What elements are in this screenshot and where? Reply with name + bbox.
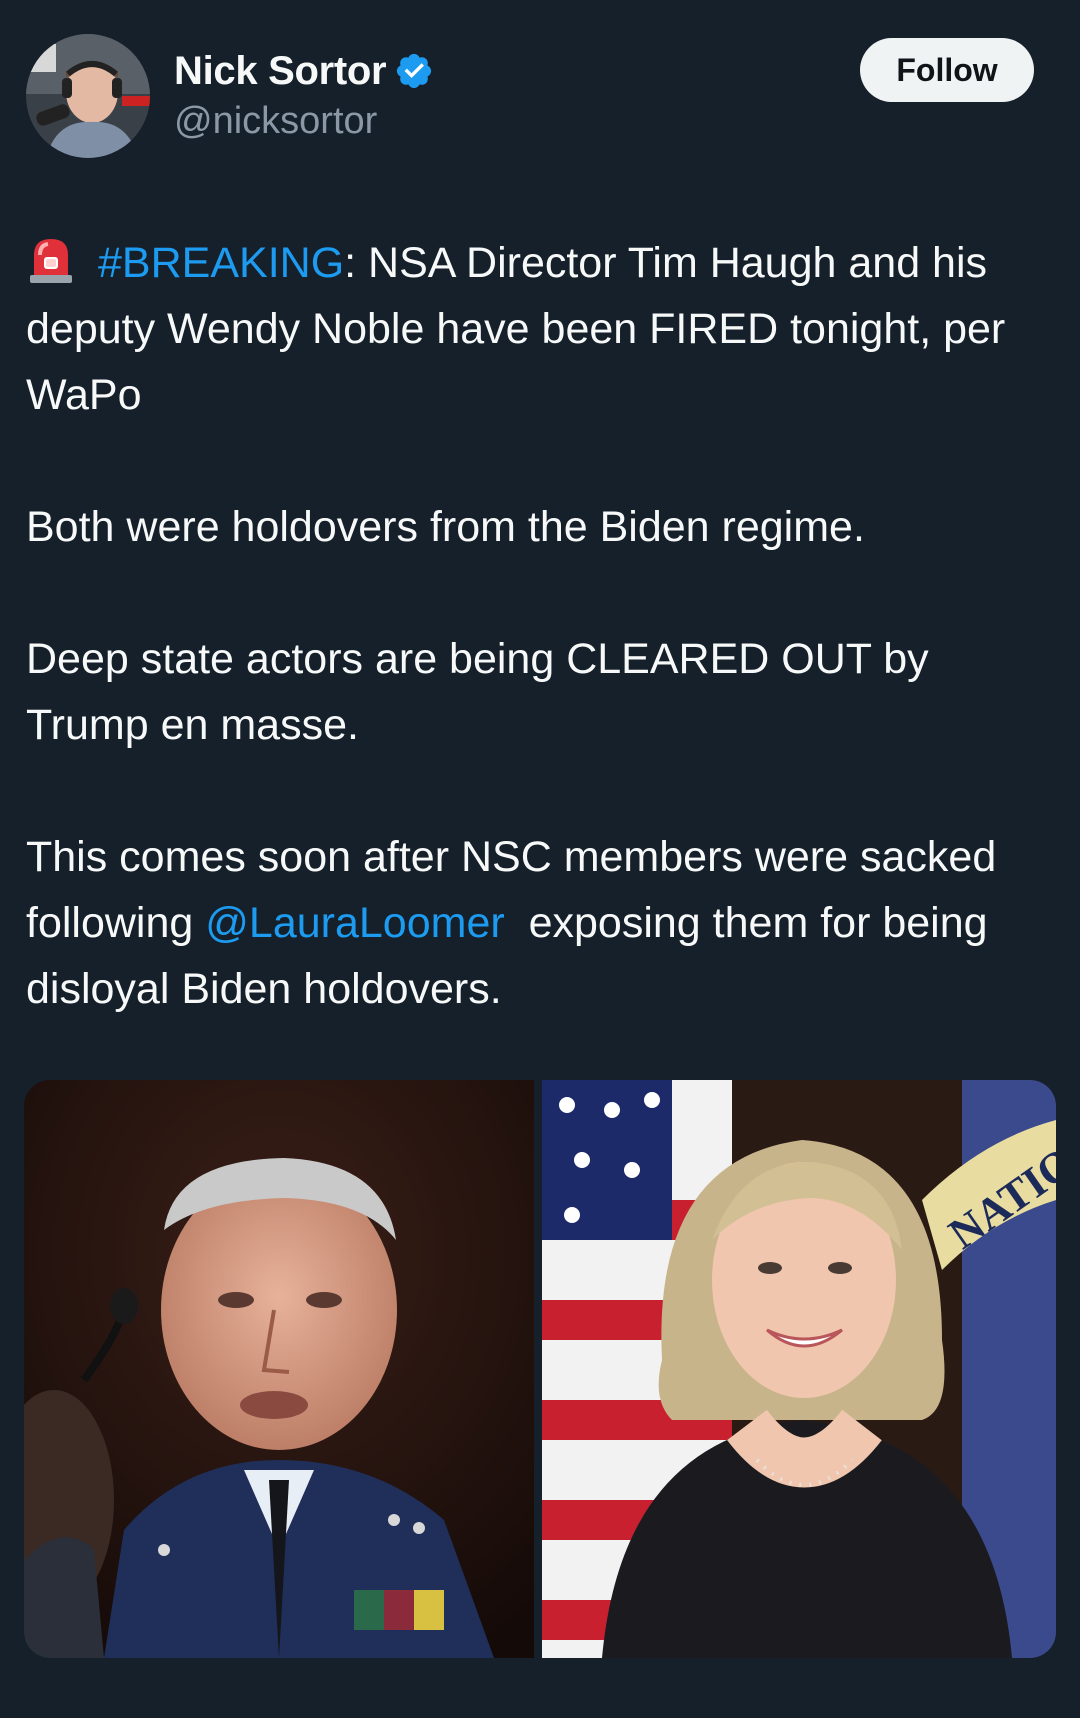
photo-man-in-air-force-uniform-icon xyxy=(24,1080,534,1658)
photo-woman-with-flags-icon: NATIO xyxy=(542,1080,1056,1658)
tweet-body: #BREAKING: NSA Director Tim Haugh and hi… xyxy=(26,230,1056,1022)
tweet-media[interactable]: NATIO xyxy=(24,1080,1056,1658)
tweet-paragraph-1: #BREAKING: NSA Director Tim Haugh and hi… xyxy=(26,230,1056,428)
verified-badge-icon xyxy=(397,53,432,89)
author-display-name[interactable]: Nick Sortor xyxy=(174,49,387,94)
author-name-row[interactable]: Nick Sortor xyxy=(174,44,434,98)
author-avatar[interactable] xyxy=(26,34,150,158)
tweet-header: Nick Sortor @nicksortor Follow xyxy=(0,0,1080,190)
author-handle[interactable]: @nicksortor xyxy=(174,100,377,143)
media-image-right[interactable]: NATIO xyxy=(542,1080,1056,1658)
laura-loomer-mention-link[interactable]: @LauraLoomer xyxy=(205,899,504,947)
tweet-paragraph-3: Deep state actors are being CLEARED OUT … xyxy=(26,635,929,749)
tweet-paragraph-2: Both were holdovers from the Biden regim… xyxy=(26,503,865,551)
media-image-left[interactable] xyxy=(24,1080,534,1658)
tweet-paragraph-4: This comes soon after NSC members were s… xyxy=(26,824,1056,1022)
follow-button[interactable]: Follow xyxy=(860,38,1034,102)
profile-photo-avatar-icon xyxy=(26,34,150,158)
breaking-hashtag-link[interactable]: #BREAKING xyxy=(98,239,344,287)
police-siren-emoji-icon xyxy=(30,239,72,283)
